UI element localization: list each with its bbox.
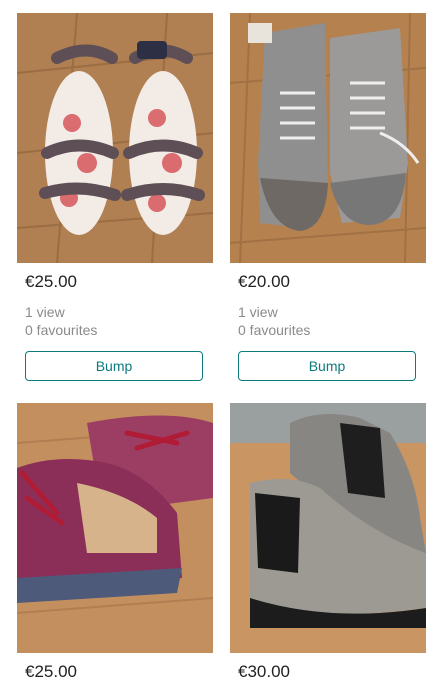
- listing-photo[interactable]: [17, 403, 213, 653]
- view-count: 1 view: [238, 304, 278, 320]
- listing-photo[interactable]: [17, 13, 213, 263]
- listing-card[interactable]: €25.00: [17, 403, 213, 683]
- view-count: 1 view: [25, 304, 65, 320]
- favourite-count: 0 favourites: [238, 322, 311, 338]
- purple-shoes-image: [17, 403, 213, 653]
- bump-button[interactable]: Bump: [238, 351, 416, 381]
- listing-card[interactable]: €30.00: [230, 403, 426, 683]
- listing-price: €20.00: [238, 272, 290, 291]
- chelsea-boots-image: [230, 403, 426, 653]
- bump-button[interactable]: Bump: [25, 351, 203, 381]
- listing-price: €25.00: [25, 662, 77, 681]
- sandals-image: [17, 13, 213, 263]
- favourite-count: 0 favourites: [25, 322, 98, 338]
- listing-price: €25.00: [25, 272, 77, 291]
- listing-photo[interactable]: [230, 403, 426, 653]
- listing-price: €30.00: [238, 662, 290, 681]
- listing-photo[interactable]: [230, 13, 426, 263]
- listing-card[interactable]: €20.00 1 view 0 favourites Bump: [230, 13, 426, 381]
- listing-card[interactable]: €25.00 1 view 0 favourites Bump: [17, 13, 213, 381]
- boots-image: [230, 13, 426, 263]
